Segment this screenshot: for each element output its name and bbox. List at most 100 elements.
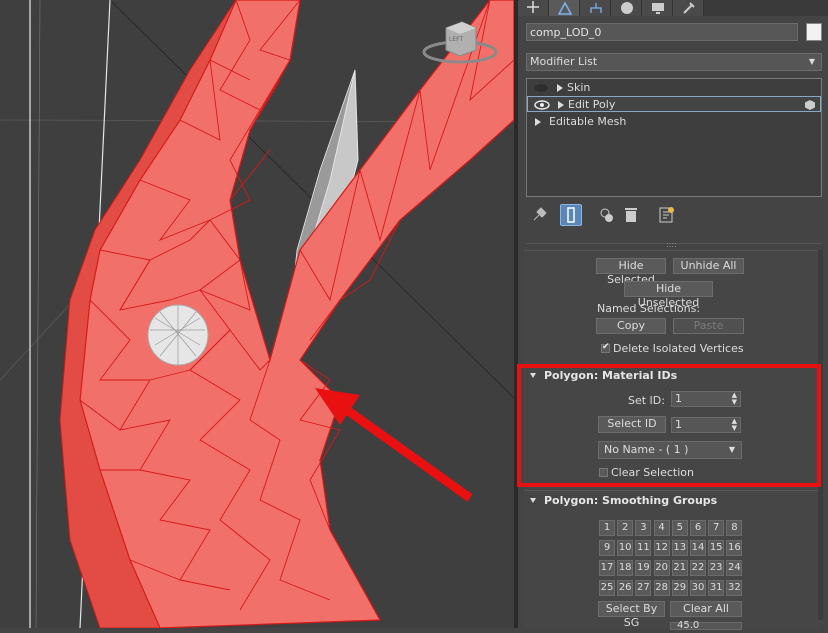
smoothing-groups-rollout: Polygon: Smoothing Groups 1 2 3 4 5 6 7 8 9 10 11 1… xyxy=(524,490,822,631)
expand-icon[interactable] xyxy=(535,118,541,126)
smoothing-group-button[interactable]: 5 xyxy=(671,520,688,536)
smoothing-group-button[interactable]: 1 xyxy=(599,520,615,536)
collapse-icon xyxy=(530,498,536,503)
smoothing-group-button[interactable]: 14 xyxy=(690,540,706,556)
eye-icon[interactable] xyxy=(534,100,550,110)
unhide-all-button[interactable]: Unhide All xyxy=(673,258,744,274)
make-unique-icon xyxy=(600,208,613,222)
smoothing-group-button[interactable]: 6 xyxy=(690,520,706,536)
modifier-list-dropdown[interactable]: Modifier List ▼ xyxy=(526,53,822,71)
stack-item-editable-mesh[interactable]: Editable Mesh xyxy=(527,114,821,130)
smoothing-group-button[interactable]: 32 xyxy=(726,580,743,596)
smoothing-group-button[interactable]: 11 xyxy=(635,540,652,556)
hide-unselected-button[interactable]: Hide Unselected xyxy=(624,281,713,309)
delete-isolated-checkbox[interactable]: ✔ xyxy=(601,342,610,353)
object-color-swatch[interactable] xyxy=(806,23,822,41)
modifier-list-label: Modifier List xyxy=(530,55,598,68)
smoothing-group-button[interactable]: 15 xyxy=(708,540,725,556)
utilities-tab[interactable] xyxy=(673,0,704,16)
object-name-field[interactable]: comp_LOD_0 xyxy=(526,23,798,41)
smoothing-group-button[interactable]: 20 xyxy=(653,560,670,576)
create-tab-icon xyxy=(527,1,539,13)
smoothing-group-button[interactable]: 28 xyxy=(653,580,670,596)
smoothing-group-button[interactable]: 23 xyxy=(708,560,725,576)
smoothing-group-button[interactable]: 17 xyxy=(599,560,615,576)
paste-button[interactable]: Paste xyxy=(673,318,744,334)
smoothing-group-button[interactable]: 19 xyxy=(635,560,652,576)
smoothing-group-button[interactable]: 21 xyxy=(671,560,688,576)
smoothing-group-button[interactable]: 13 xyxy=(671,540,688,556)
smoothing-group-button[interactable]: 2 xyxy=(617,520,634,536)
modifier-stack: Skin Edit Poly Editable Mesh xyxy=(526,78,822,197)
cube-icon xyxy=(805,100,815,110)
red-mesh xyxy=(59,0,514,628)
configure-sets-button[interactable] xyxy=(656,204,678,226)
stack-toolbar xyxy=(526,204,826,226)
command-panel-tabs xyxy=(518,0,828,16)
smoothing-group-button[interactable]: 10 xyxy=(617,540,634,556)
mesh-render xyxy=(0,0,514,628)
select-by-sg-button[interactable]: Select By SG xyxy=(598,601,665,629)
display-tab[interactable] xyxy=(642,0,673,16)
stack-item-edit-poly[interactable]: Edit Poly xyxy=(527,96,821,112)
remove-modifier-button[interactable] xyxy=(620,204,642,226)
chevron-down-icon: ▼ xyxy=(808,57,815,66)
smoothing-groups-title: Polygon: Smoothing Groups xyxy=(544,494,718,507)
configure-icon xyxy=(659,207,674,223)
smoothing-groups-header[interactable]: Polygon: Smoothing Groups xyxy=(530,492,717,510)
viewcube-label: LEFT xyxy=(449,36,464,43)
copy-button[interactable]: Copy xyxy=(596,318,666,334)
stack-item-label: Skin xyxy=(567,81,591,94)
auto-smooth-value: 45.0 xyxy=(677,620,700,631)
smoothing-group-button[interactable]: 25 xyxy=(599,580,615,596)
smoothing-group-button[interactable]: 9 xyxy=(599,540,615,556)
utilities-tab-icon xyxy=(683,2,695,14)
smoothing-group-button[interactable]: 12 xyxy=(653,540,670,556)
smoothing-group-button[interactable]: 27 xyxy=(635,580,652,596)
stack-item-label: Editable Mesh xyxy=(549,115,627,128)
smoothing-group-button[interactable]: 16 xyxy=(726,540,743,556)
selection-rollout: Hide Selected Unhide All Hide Unselected… xyxy=(524,250,822,363)
eye-hidden-icon[interactable] xyxy=(533,83,549,93)
sphere-object xyxy=(147,304,209,366)
modify-tab[interactable] xyxy=(549,0,580,16)
smoothing-group-button[interactable]: 4 xyxy=(653,520,670,536)
motion-tab[interactable] xyxy=(611,0,642,16)
smoothing-group-button[interactable]: 7 xyxy=(708,520,725,536)
viewport-3d[interactable]: LEFT xyxy=(0,0,514,628)
hierarchy-tab[interactable] xyxy=(580,0,611,16)
annotation-arrow xyxy=(315,388,473,502)
smoothing-group-button[interactable]: 24 xyxy=(726,560,743,576)
make-unique-button[interactable] xyxy=(596,204,618,226)
stack-item-label: Edit Poly xyxy=(568,98,616,111)
annotation-highlight-box xyxy=(517,364,821,487)
smoothing-group-button[interactable]: 29 xyxy=(671,580,688,596)
display-tab-icon xyxy=(652,3,664,14)
named-selections-label: Named Selections: xyxy=(597,302,701,315)
grip-icon[interactable]: :::: xyxy=(666,240,678,249)
smoothing-group-button[interactable]: 30 xyxy=(690,580,706,596)
pin-stack-button[interactable] xyxy=(528,204,550,226)
hierarchy-tab-icon xyxy=(590,3,602,13)
show-end-result-icon xyxy=(567,207,575,223)
delete-isolated-label: Delete Isolated Vertices xyxy=(613,342,744,355)
stack-item-skin[interactable]: Skin xyxy=(527,80,821,96)
smoothing-group-button[interactable]: 3 xyxy=(635,520,652,536)
motion-tab-icon xyxy=(621,2,633,14)
auto-smooth-spinner[interactable]: 45.0 xyxy=(670,620,742,631)
trash-icon xyxy=(625,208,637,222)
smoothing-group-button[interactable]: 31 xyxy=(708,580,725,596)
smoothing-group-button[interactable]: 8 xyxy=(726,520,743,536)
modify-tab-icon xyxy=(558,1,572,15)
create-tab[interactable] xyxy=(518,0,549,16)
expand-icon[interactable] xyxy=(558,101,564,109)
smoothing-group-button[interactable]: 18 xyxy=(617,560,634,576)
expand-icon[interactable] xyxy=(557,84,563,92)
smoothing-group-button[interactable]: 26 xyxy=(617,580,634,596)
clear-all-button[interactable]: Clear All xyxy=(670,601,742,617)
hide-selected-button[interactable]: Hide Selected xyxy=(596,258,666,286)
smoothing-group-button[interactable]: 22 xyxy=(690,560,706,576)
show-end-result-button[interactable] xyxy=(560,204,582,226)
command-panel: comp_LOD_0 Modifier List ▼ Skin Edit Pol… xyxy=(518,0,828,631)
pin-icon xyxy=(533,207,547,221)
